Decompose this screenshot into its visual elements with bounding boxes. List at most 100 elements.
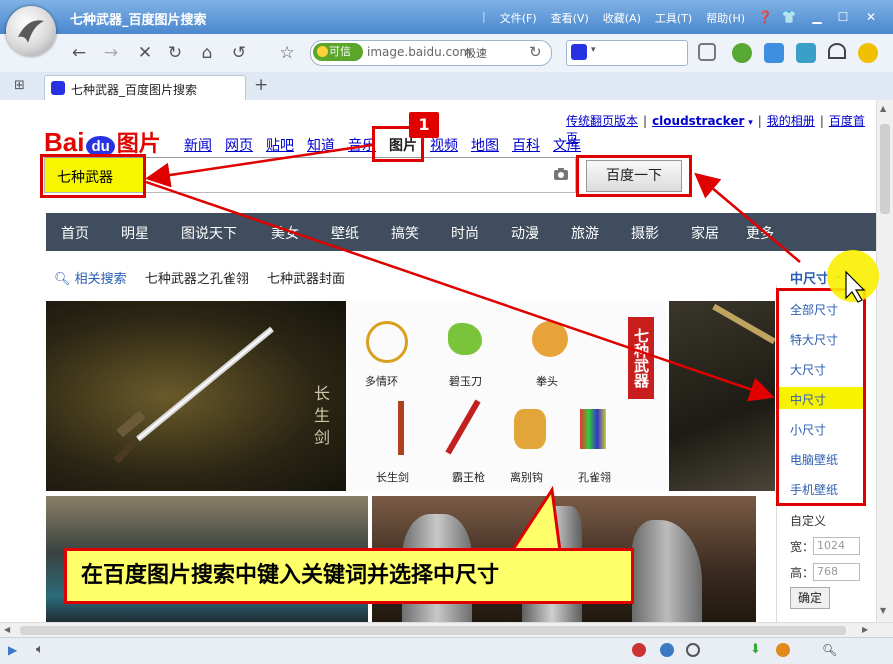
scroll-thumb[interactable] <box>880 124 890 214</box>
back-icon[interactable]: ← <box>68 42 90 64</box>
brush-stroke <box>712 303 775 345</box>
maximize-icon[interactable]: ☐ <box>834 8 852 26</box>
minimize-icon[interactable]: ▁ <box>808 8 826 26</box>
brush-image[interactable] <box>669 301 775 491</box>
help-icon[interactable]: ❓ <box>756 8 774 26</box>
classic-version-link[interactable]: 传统翻页版本 <box>566 114 638 128</box>
user-link[interactable]: cloudstracker <box>652 114 744 128</box>
title-bar: 七种武器_百度图片搜索 | 文件(F) 查看(V) 收藏(A) 工具(T) 帮助… <box>0 0 893 34</box>
instruction-callout: 在百度图片搜索中键入关键词并选择中尺寸 <box>64 548 634 604</box>
category-home-decor[interactable]: 家居 <box>691 223 719 243</box>
menu-file[interactable]: 文件(F) <box>500 10 537 26</box>
close-icon[interactable]: ✕ <box>862 8 880 26</box>
scroll-left-icon[interactable]: ◀ <box>4 625 10 634</box>
top-links: 传统翻页版本 | cloudstracker ▾ | 我的相册 | 百度首页 <box>566 114 865 145</box>
cursor-halo <box>827 250 879 302</box>
channel-map[interactable]: 地图 <box>471 135 499 155</box>
hook-icon <box>514 409 546 449</box>
batman-icon[interactable] <box>858 43 878 63</box>
window-title: 七种武器_百度图片搜索 <box>70 13 207 28</box>
category-anime[interactable]: 动漫 <box>511 223 539 243</box>
tab-label: 七种武器_百度图片搜索 <box>71 83 198 97</box>
home-icon[interactable]: ⌂ <box>196 42 218 64</box>
star-icon[interactable]: ☆ <box>276 42 298 64</box>
category-stars[interactable]: 明星 <box>121 223 149 243</box>
scroll-down-icon[interactable]: ▼ <box>880 606 886 615</box>
tab-active[interactable]: 七种武器_百度图片搜索 <box>44 75 246 101</box>
undo-icon[interactable]: ↺ <box>228 42 250 64</box>
notes-icon[interactable] <box>764 43 784 63</box>
status-icon[interactable] <box>660 643 674 657</box>
spear-icon <box>445 399 481 455</box>
menu-favorites[interactable]: 收藏(A) <box>603 10 641 26</box>
skin-icon[interactable]: 👕 <box>780 8 798 26</box>
channel-zhidao[interactable]: 知道 <box>307 135 335 155</box>
menu-view[interactable]: 查看(V) <box>551 10 589 26</box>
channel-video[interactable]: 视频 <box>430 135 458 155</box>
zoom-icon[interactable]: 🔍︎ <box>822 643 837 657</box>
navigation-bar: ← → ✕ ↻ ⌂ ↺ ☆ 可信 image.baidu.com 极速 ↻ ▾ <box>0 34 893 73</box>
translate-icon[interactable] <box>796 43 816 63</box>
category-wallpaper[interactable]: 壁纸 <box>331 223 359 243</box>
seven-weapons-image[interactable]: 多情环 碧玉刀 拳头 长生剑 霸王枪 离别钩 孔雀翎 七种武器 <box>348 301 666 491</box>
category-travel[interactable]: 旅游 <box>571 223 599 243</box>
fist-icon <box>532 321 568 357</box>
ring-icon <box>366 321 408 363</box>
category-world[interactable]: 图说天下 <box>181 223 237 243</box>
related-keyword[interactable]: 七种武器封面 <box>267 272 345 287</box>
height-input[interactable]: 768 <box>813 563 860 581</box>
search-engine-box[interactable]: ▾ <box>566 40 688 66</box>
channel-web[interactable]: 网页 <box>225 135 253 155</box>
browser-logo <box>6 6 56 56</box>
related-keyword[interactable]: 七种武器之孔雀翎 <box>145 272 249 287</box>
forward-icon[interactable]: → <box>100 42 122 64</box>
category-home[interactable]: 首页 <box>61 223 89 243</box>
camera-icon[interactable] <box>553 167 569 181</box>
tab-grid-icon[interactable]: ⊞ <box>14 78 25 93</box>
weapon-label: 多情环 <box>365 375 398 388</box>
vertical-scrollbar[interactable]: ▲ ▼ <box>876 100 893 622</box>
menu-tools[interactable]: 工具(T) <box>655 10 692 26</box>
channel-wenku[interactable]: 文库 <box>553 135 581 155</box>
refresh-icon[interactable]: ↻ <box>164 42 186 64</box>
category-fashion[interactable]: 时尚 <box>451 223 479 243</box>
scroll-right-icon[interactable]: ▶ <box>862 625 868 634</box>
channel-news[interactable]: 新闻 <box>184 135 212 155</box>
address-url[interactable]: image.baidu.com <box>367 45 471 59</box>
channel-baike[interactable]: 百科 <box>512 135 540 155</box>
hscroll-thumb[interactable] <box>20 626 846 635</box>
my-album-link[interactable]: 我的相册 <box>767 114 815 128</box>
new-tab-icon[interactable]: + <box>254 75 268 95</box>
address-bar[interactable]: 可信 image.baidu.com 极速 ↻ <box>310 40 552 66</box>
headphones-icon[interactable] <box>828 43 846 59</box>
sidebar-toggle-icon[interactable]: ▶ <box>8 643 17 657</box>
category-funny[interactable]: 搞笑 <box>391 223 419 243</box>
confirm-button[interactable]: 确定 <box>790 587 830 609</box>
speaker-icon[interactable]: 🔈︎ <box>36 642 44 657</box>
sword-image[interactable]: 长生剑 <box>46 301 346 491</box>
title-banner: 七种武器 <box>628 317 654 399</box>
screenshot-icon[interactable] <box>698 43 716 61</box>
category-beauty[interactable]: 美女 <box>271 223 299 243</box>
speed-mode[interactable]: 极速 <box>465 45 487 61</box>
money-icon[interactable] <box>732 43 752 63</box>
status-icon[interactable] <box>776 643 790 657</box>
category-more[interactable]: 更多 <box>746 223 774 243</box>
horizontal-scrollbar[interactable]: ◀ ▶ <box>0 622 893 638</box>
reload-icon[interactable]: ↻ <box>529 43 542 61</box>
download-icon[interactable]: ⬇ <box>750 642 761 657</box>
menu-help[interactable]: 帮助(H) <box>706 10 745 26</box>
status-icon[interactable] <box>632 643 646 657</box>
width-input[interactable]: 1024 <box>813 537 860 555</box>
custom-size-label: 自定义 <box>790 514 827 528</box>
stop-icon[interactable]: ✕ <box>134 42 156 64</box>
height-label: 高： <box>790 566 815 580</box>
category-photography[interactable]: 摄影 <box>631 223 659 243</box>
trust-badge: 可信 <box>313 43 363 61</box>
clock-icon[interactable] <box>686 643 700 657</box>
scroll-up-icon[interactable]: ▲ <box>880 104 886 113</box>
swallow-icon <box>18 20 44 43</box>
channel-tieba[interactable]: 贴吧 <box>266 135 294 155</box>
sword-illustration <box>113 326 274 464</box>
chevron-down-icon[interactable]: ▾ <box>591 45 596 55</box>
